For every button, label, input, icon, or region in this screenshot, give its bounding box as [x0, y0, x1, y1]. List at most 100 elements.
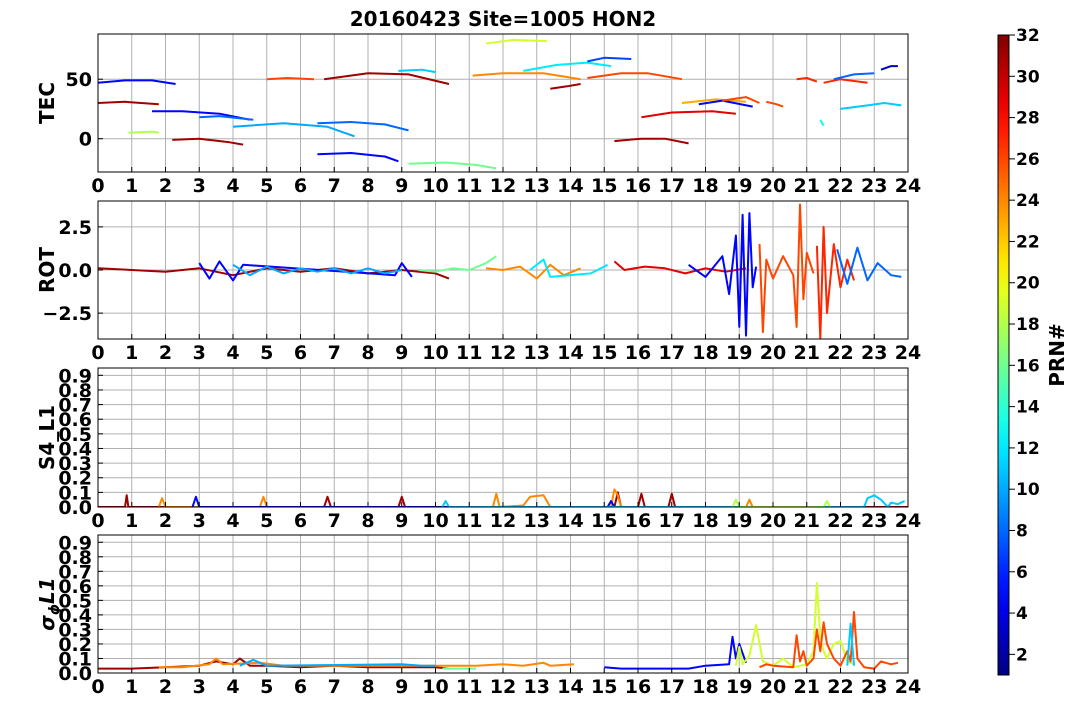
colorbar-label: PRN#	[1045, 323, 1069, 387]
x-tick-label: 5	[260, 175, 273, 197]
x-tick-label: 19	[726, 342, 752, 364]
panels: 0 1 2 3 4 5 6 7 8 9 10 11 12 13 14 15 16 17 18 19 20 21 22 23 24…	[35, 33, 921, 698]
colorbar-tick-label: 14	[1016, 398, 1040, 418]
panel-sigma-phi-l1: 0 1 2 3 4 5 6 7 8 9 10 11 12 13 14 15 16 17 18 19 20 21 22 23 24…	[35, 532, 921, 698]
x-tick-label: 7	[328, 175, 341, 197]
colorbar-tick-label: 16	[1016, 356, 1040, 376]
panel-s4-l1: 0 1 2 3 4 5 6 7 8 9 10 11 12 13 14 15 16 17 18 19 20 21 22 23 24…	[35, 365, 921, 532]
x-tick-label: 10	[422, 342, 448, 364]
series-line-prn-11	[840, 102, 902, 110]
x-tick-label: 15	[591, 676, 617, 698]
series-line-prn-10	[239, 658, 436, 667]
x-tick-label: 2	[159, 342, 172, 364]
x-tick-label: 16	[625, 342, 651, 364]
x-tick-label: 0	[91, 342, 104, 364]
x-tick-label: 24	[895, 175, 921, 197]
x-tick-label: 11	[456, 175, 482, 197]
x-tick-label: 8	[361, 342, 374, 364]
x-tick-label: 16	[625, 676, 651, 698]
x-tick-label: 8	[361, 510, 374, 532]
x-tick-label: 12	[490, 676, 516, 698]
colorbar-tick-label: 22	[1016, 232, 1040, 252]
x-tick-label: 23	[861, 510, 887, 532]
y-axis-label: TEC	[35, 82, 59, 124]
x-tick-label: 18	[692, 175, 718, 197]
x-tick-label: 13	[524, 342, 550, 364]
x-tick-label: 18	[692, 342, 718, 364]
x-tick-label: 5	[260, 342, 273, 364]
series-line-prn-18	[128, 130, 159, 134]
series-line-prn-31	[98, 100, 159, 106]
x-tick-label: 3	[193, 510, 206, 532]
y-tick-label: 0.9	[58, 532, 92, 554]
x-tick-label: 7	[328, 510, 341, 532]
x-tick-label: 20	[760, 510, 786, 532]
x-tick-label: 10	[422, 175, 448, 197]
series-line-prn-5	[317, 152, 399, 163]
colorbar-tick-label: 2	[1016, 645, 1028, 665]
series-line-prn-7	[587, 56, 632, 63]
series-line-prn-29	[641, 110, 737, 119]
x-tick-label: 4	[226, 175, 239, 197]
x-tick-label: 9	[395, 676, 408, 698]
colorbar-tick-label: 26	[1016, 150, 1040, 170]
x-tick-label: 17	[659, 676, 685, 698]
series-line-prn-31	[323, 72, 450, 85]
x-tick-label: 19	[726, 510, 752, 532]
x-tick-label: 8	[361, 175, 374, 197]
series-line-prn-8	[199, 115, 254, 121]
x-tick-label: 13	[524, 510, 550, 532]
x-tick-label: 14	[557, 510, 583, 532]
x-tick-label: 21	[794, 175, 820, 197]
x-tick-label: 10	[422, 510, 448, 532]
series-line-prn-29	[613, 260, 747, 275]
x-tick-label: 11	[456, 342, 482, 364]
x-tick-label: 24	[895, 342, 921, 364]
colorbar-gradient	[997, 34, 1010, 676]
x-tick-label: 11	[456, 676, 482, 698]
x-tick-label: 6	[294, 342, 307, 364]
x-tick-label: 21	[794, 510, 820, 532]
x-tick-label: 12	[490, 175, 516, 197]
colorbar-tick-label: 28	[1016, 109, 1040, 129]
x-tick-label: 20	[760, 342, 786, 364]
series-line-prn-13	[819, 119, 825, 127]
series-line-prn-24	[158, 657, 574, 669]
x-tick-label: 17	[659, 510, 685, 532]
x-tick-label: 19	[726, 175, 752, 197]
x-tick-label: 10	[422, 676, 448, 698]
y-axis-label: S4_L1	[35, 405, 59, 470]
x-tick-label: 6	[294, 175, 307, 197]
colorbar-tick-label: 8	[1016, 521, 1028, 541]
x-tick-label: 9	[395, 342, 408, 364]
series-line-prn-26	[587, 72, 683, 81]
series-line-prn-16	[408, 161, 497, 170]
series-group	[98, 581, 899, 670]
series-line-prn-26	[266, 77, 315, 81]
x-tick-label: 5	[260, 676, 273, 698]
figure-title: 20160423 Site=1005 HON2	[350, 7, 656, 31]
x-tick-label: 20	[760, 175, 786, 197]
x-tick-label: 17	[659, 342, 685, 364]
grid	[97, 368, 909, 508]
x-tick-label: 14	[557, 342, 583, 364]
x-tick-label: 15	[591, 510, 617, 532]
x-tick-label: 16	[625, 175, 651, 197]
series-line-prn-3	[880, 65, 898, 71]
series-line-prn-19	[485, 38, 547, 45]
x-tick-label: 21	[794, 342, 820, 364]
x-tick-label: 6	[294, 510, 307, 532]
x-tick-label: 14	[557, 175, 583, 197]
x-tick-label: 4	[226, 676, 239, 698]
colorbar-tick-label: 10	[1016, 480, 1040, 500]
x-tick-label: 13	[524, 175, 550, 197]
x-tick-label: 20	[760, 676, 786, 698]
y-tick-label: 50	[66, 69, 92, 91]
series-group	[98, 203, 902, 339]
x-tick-label: 8	[361, 676, 374, 698]
x-tick-label: 18	[692, 510, 718, 532]
series-line-prn-31	[172, 137, 244, 146]
series-line-prn-5	[98, 79, 176, 85]
x-tick-label: 22	[827, 676, 853, 698]
series-line-prn-16	[418, 255, 497, 273]
